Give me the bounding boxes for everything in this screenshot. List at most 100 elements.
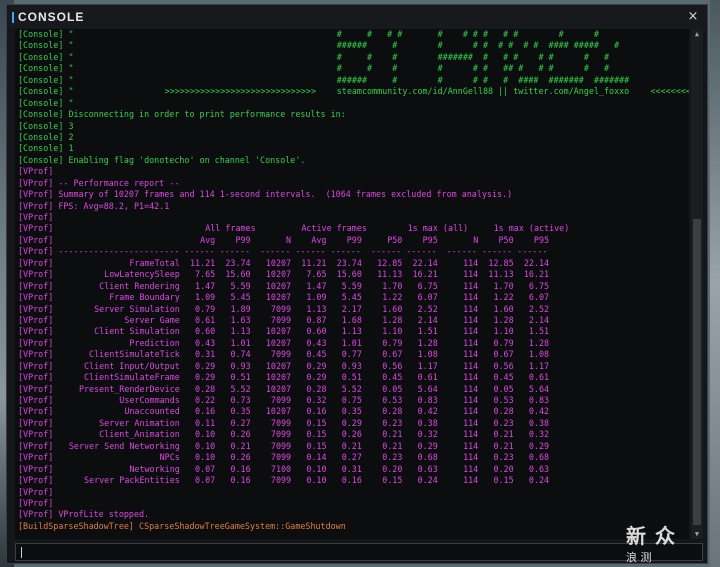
row-name: Client Input/Output bbox=[83, 360, 180, 371]
cell-value: 114 bbox=[463, 475, 479, 486]
cell-value: 10207 bbox=[265, 406, 292, 417]
cell-value: 1.28 bbox=[493, 314, 514, 325]
log-prefix: [VProf] bbox=[18, 314, 54, 325]
row-name: ClientSimulateTick bbox=[89, 349, 180, 360]
cell-value: 0.38 bbox=[528, 417, 550, 428]
console-log[interactable]: [Console] " # # # # # # # # # # # # [Consol… bbox=[15, 29, 689, 539]
scrollbar[interactable]: ▲ ▼ bbox=[691, 29, 703, 539]
log-prefix: [BuildSparseShadowTree] bbox=[18, 520, 134, 531]
column-header: N bbox=[473, 234, 479, 245]
console-message: [Console] Enabling flag 'donotecho' on ch… bbox=[15, 155, 689, 166]
cell-value: 12.85 bbox=[488, 257, 514, 268]
cell-value: 11.21 bbox=[189, 257, 216, 268]
cell-value: 0.61 bbox=[417, 372, 438, 383]
vprof-line: [VProf] bbox=[15, 487, 689, 498]
cell-value: 1.22 bbox=[493, 292, 514, 303]
banner-quote: " bbox=[68, 29, 74, 39]
log-prefix: [Console] bbox=[18, 63, 64, 74]
cell-value: 1.10 bbox=[382, 326, 403, 337]
cell-value: 114 bbox=[463, 429, 479, 440]
watermark-small: 浪 测 bbox=[626, 551, 652, 564]
banner-quote: " bbox=[68, 74, 74, 85]
cell-value: 5.45 bbox=[341, 292, 362, 303]
cell-value: 0.32 bbox=[417, 429, 438, 440]
cell-value: 7099 bbox=[270, 349, 292, 360]
cell-value: 0.27 bbox=[230, 417, 251, 428]
close-button[interactable]: × bbox=[685, 9, 701, 25]
cell-value: 1.51 bbox=[528, 326, 550, 337]
cell-value: 1.01 bbox=[230, 337, 251, 348]
banner-line: [Console] " # # # # # # # # # # # # bbox=[15, 29, 689, 40]
table-row: [VProf] Server Send Networking 0.10 0.21 709… bbox=[15, 441, 689, 452]
cell-value: 16.21 bbox=[412, 269, 438, 280]
cell-value: 0.79 bbox=[195, 303, 216, 314]
cell-value: 1.13 bbox=[341, 326, 362, 337]
log-prefix: [VProf] bbox=[18, 383, 54, 394]
console-input[interactable] bbox=[20, 546, 680, 558]
scroll-down-icon[interactable]: ▼ bbox=[691, 529, 703, 539]
cell-value: 0.24 bbox=[528, 475, 550, 486]
cell-value: 23.74 bbox=[336, 257, 362, 268]
log-prefix: [Console] bbox=[18, 120, 64, 131]
cell-value: 0.15 bbox=[306, 417, 327, 428]
cell-value: 0.05 bbox=[382, 383, 403, 394]
cell-value: 1.70 bbox=[493, 280, 514, 291]
cell-value: 0.53 bbox=[493, 395, 514, 405]
cell-value: 0.16 bbox=[306, 406, 327, 417]
cell-value: 0.31 bbox=[195, 349, 216, 360]
row-name: Present_RenderDevice bbox=[78, 383, 180, 394]
cell-value: 0.42 bbox=[417, 406, 438, 417]
separator-text: ------------------------ ------ ------ -… bbox=[58, 246, 548, 257]
cell-value: 16.21 bbox=[523, 269, 550, 280]
cell-value: 0.32 bbox=[306, 395, 327, 405]
cell-value: 5.59 bbox=[230, 280, 251, 291]
cell-value: 114 bbox=[463, 463, 479, 474]
cell-value: 0.83 bbox=[417, 395, 438, 405]
cell-value: 22.14 bbox=[412, 257, 438, 268]
table-row: [VProf] NPCs 0.10 0.26 7099 0.14 0.27 0.23 0.68 1… bbox=[15, 452, 689, 463]
row-name: Unaccounted bbox=[124, 406, 180, 417]
report-text: FPS: Avg=88.2, P1=42.1 bbox=[58, 200, 170, 211]
vprof-line: [VProf] -- Performance report -- bbox=[15, 178, 689, 189]
cell-value: 11.13 bbox=[377, 269, 403, 280]
log-prefix: [Console] bbox=[18, 40, 64, 51]
cell-value: 0.63 bbox=[528, 463, 550, 474]
row-name: Server Animation bbox=[99, 417, 180, 428]
table-row: [VProf] Prediction 0.43 1.01 10207 0.43 1.01 0.… bbox=[15, 338, 689, 349]
cell-value: 6.07 bbox=[528, 292, 550, 303]
cell-value: 0.29 bbox=[306, 360, 327, 371]
cell-value: 22.14 bbox=[523, 257, 550, 268]
title-bar[interactable]: CONSOLE × bbox=[7, 5, 707, 29]
scroll-up-icon[interactable]: ▲ bbox=[691, 29, 703, 39]
cell-value: 5.59 bbox=[341, 280, 362, 291]
console-input-bar[interactable] bbox=[15, 543, 703, 561]
cell-value: 114 bbox=[463, 337, 479, 348]
cell-value: 0.67 bbox=[493, 349, 514, 360]
cell-value: 1.22 bbox=[382, 292, 403, 303]
cell-value: 0.29 bbox=[528, 440, 550, 451]
table-row: [VProf] ClientSimulateFrame 0.29 0.51 10207 0… bbox=[15, 372, 689, 383]
cell-value: 2.52 bbox=[417, 303, 438, 314]
cell-value: 0.26 bbox=[341, 429, 362, 440]
row-name: LowLatencySleep bbox=[104, 269, 180, 280]
table-row: [VProf] Server PackEntities 0.07 0.16 7099 0.… bbox=[15, 475, 689, 486]
banner-text: # # # # # # # # # # # # bbox=[336, 29, 599, 39]
scrollbar-thumb[interactable] bbox=[693, 219, 701, 525]
cell-value: 0.51 bbox=[230, 372, 251, 383]
cell-value: 11.21 bbox=[301, 257, 327, 268]
console-message: [Console] 1 bbox=[15, 143, 689, 154]
table-row: [VProf] Server Simulation 0.79 1.89 7099 1.13… bbox=[15, 304, 689, 315]
banner-line: [Console] " # # # # # # ## # # # # # bbox=[15, 63, 689, 74]
row-name: UserCommands bbox=[119, 395, 180, 405]
cell-value: 114 bbox=[463, 395, 479, 405]
cell-value: 0.68 bbox=[528, 452, 550, 463]
banner-quote: " bbox=[68, 63, 74, 74]
log-prefix: [VProf] bbox=[18, 189, 54, 200]
cell-value: 114 bbox=[463, 326, 479, 337]
log-prefix: [VProf] bbox=[18, 406, 54, 417]
column-header: P95 bbox=[533, 234, 550, 245]
console-window: CONSOLE × [Console] " # # # # # # # # # # … bbox=[6, 4, 708, 564]
log-prefix: [Console] bbox=[18, 97, 64, 108]
log-prefix: [VProf] bbox=[18, 200, 54, 211]
cell-value: 0.10 bbox=[306, 463, 327, 474]
